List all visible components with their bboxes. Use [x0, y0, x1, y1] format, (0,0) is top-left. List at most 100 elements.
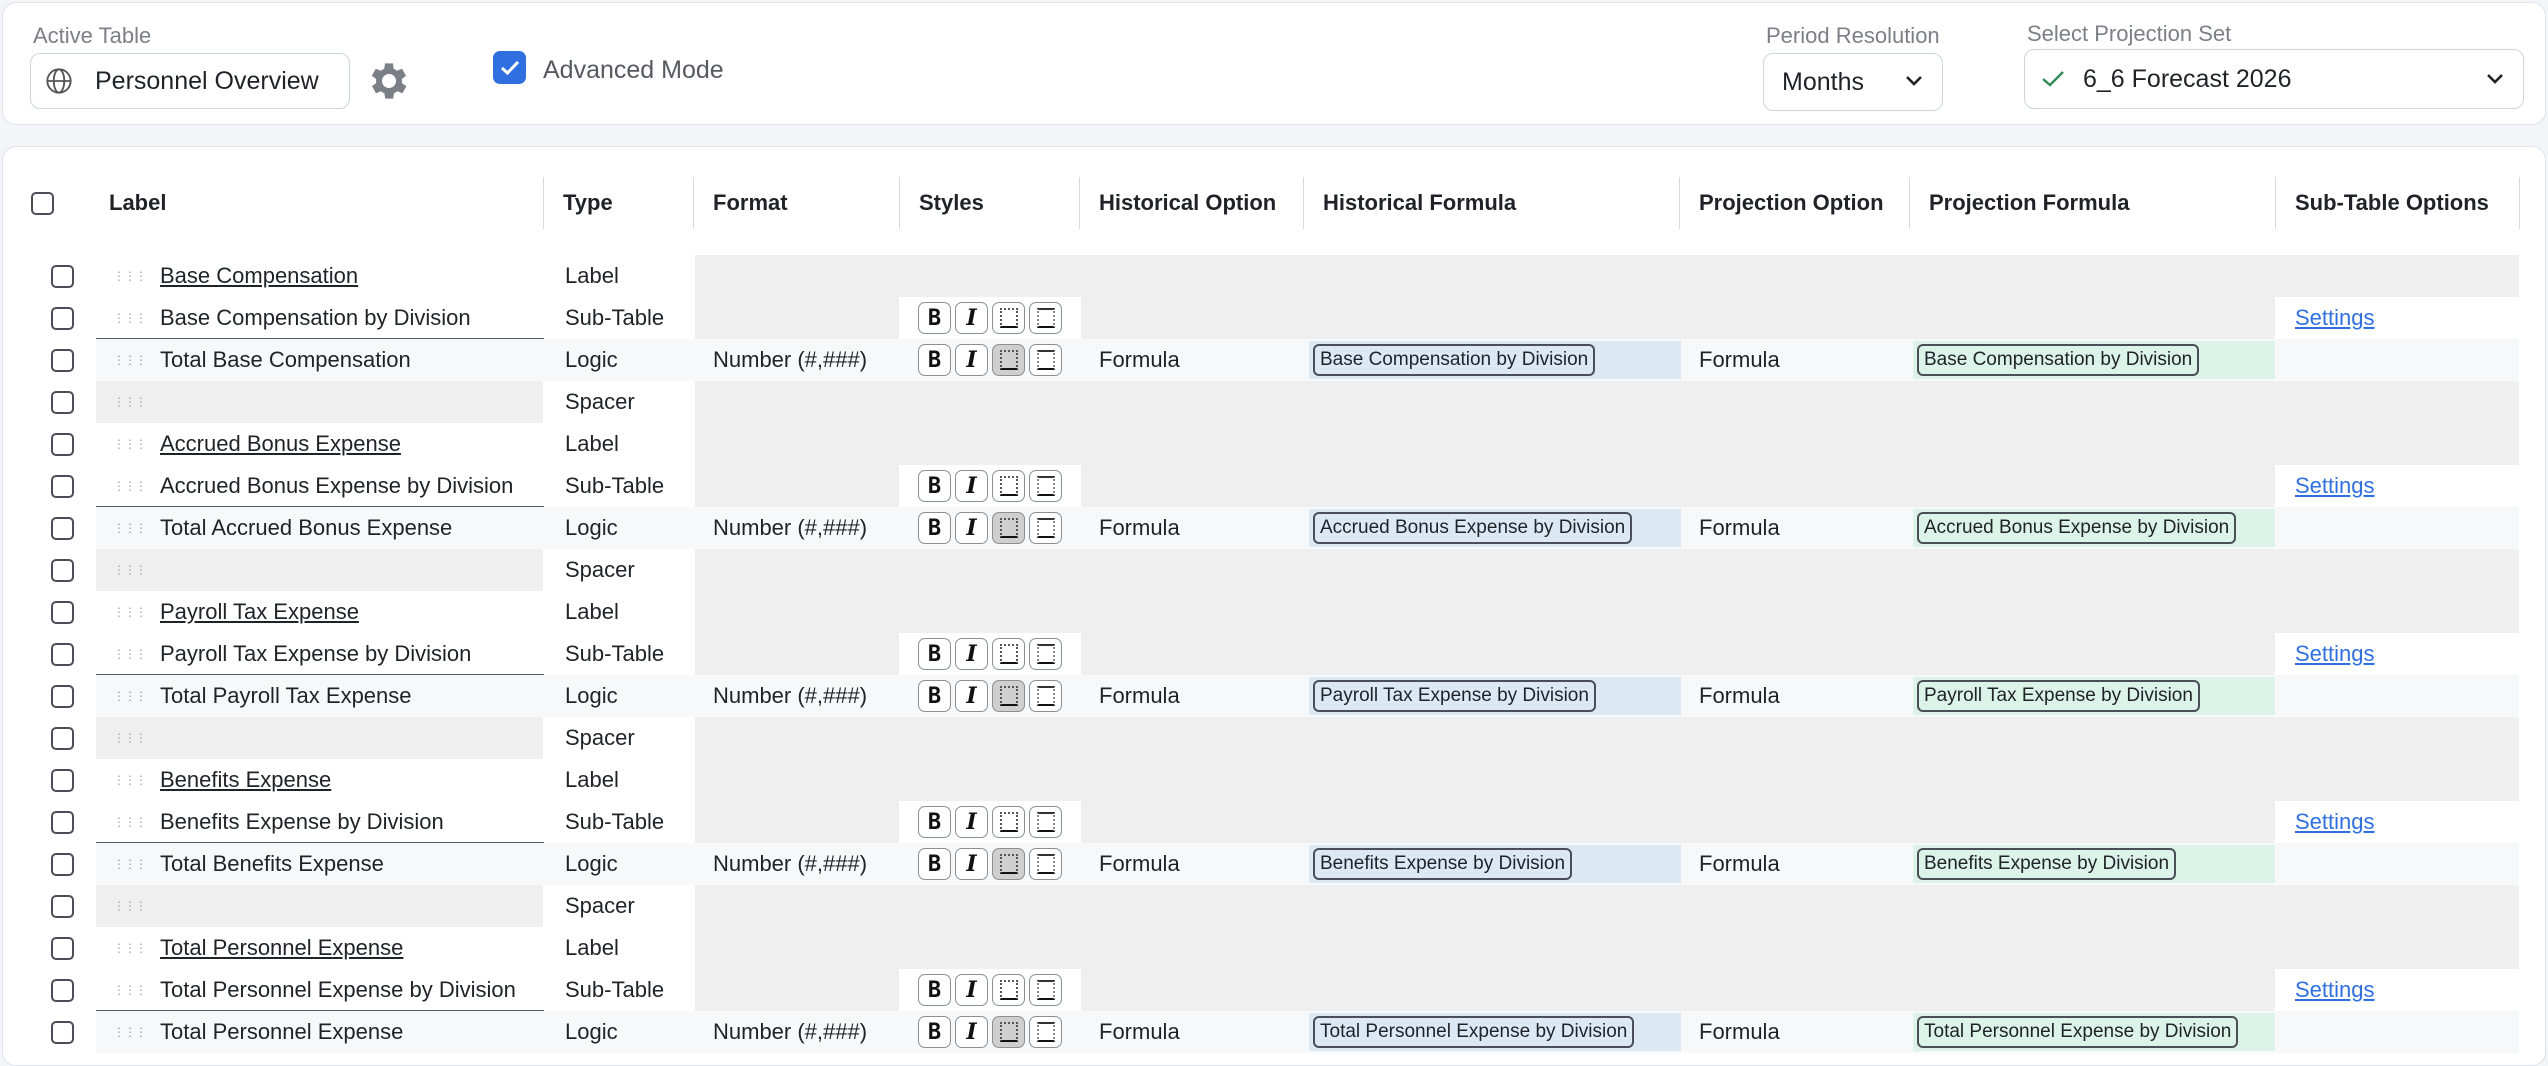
border-bottom-icon[interactable] [1029, 1016, 1062, 1048]
projection-formula-pill[interactable]: Payroll Tax Expense by Division [1917, 680, 2200, 712]
projection-formula-pill[interactable]: Total Personnel Expense by Division [1917, 1016, 2239, 1048]
bold-icon[interactable]: B [918, 638, 951, 670]
row-projection-option[interactable]: Formula [1699, 507, 1780, 549]
subtable-settings-link[interactable]: Settings [2295, 809, 2375, 835]
border-top-icon[interactable] [992, 470, 1025, 502]
border-top-icon[interactable] [992, 512, 1025, 544]
drag-handle-icon[interactable]: ⋮⋮⋮ [113, 1025, 147, 1039]
row-checkbox[interactable] [51, 558, 74, 582]
row-checkbox[interactable] [51, 516, 74, 540]
column-header-historical-option[interactable]: Historical Option [1081, 177, 1276, 229]
italic-icon[interactable]: I [955, 1016, 988, 1048]
bold-icon[interactable]: B [918, 848, 951, 880]
row-checkbox[interactable] [51, 432, 74, 456]
drag-handle-icon[interactable]: ⋮⋮⋮ [113, 647, 147, 661]
row-historical-option[interactable]: Formula [1099, 675, 1180, 717]
border-top-icon[interactable] [992, 974, 1025, 1006]
row-checkbox[interactable] [51, 726, 74, 750]
historical-formula-pill[interactable]: Accrued Bonus Expense by Division [1313, 512, 1633, 544]
projection-formula-pill[interactable]: Base Compensation by Division [1917, 344, 2200, 376]
row-format[interactable]: Number (#,###) [713, 1011, 867, 1053]
column-header-projection-formula[interactable]: Projection Formula [1911, 177, 2129, 229]
period-resolution-select[interactable]: Months [1763, 53, 1943, 111]
bold-icon[interactable]: B [918, 680, 951, 712]
italic-icon[interactable]: I [955, 470, 988, 502]
row-checkbox[interactable] [51, 978, 74, 1002]
row-label[interactable]: Payroll Tax Expense [160, 599, 359, 625]
row-historical-option[interactable]: Formula [1099, 339, 1180, 381]
historical-formula-pill[interactable]: Benefits Expense by Division [1313, 848, 1573, 880]
italic-icon[interactable]: I [955, 512, 988, 544]
row-checkbox[interactable] [51, 264, 74, 288]
row-projection-option[interactable]: Formula [1699, 675, 1780, 717]
border-bottom-icon[interactable] [1029, 470, 1062, 502]
drag-handle-icon[interactable]: ⋮⋮⋮ [113, 479, 147, 493]
border-bottom-icon[interactable] [1029, 512, 1062, 544]
bold-icon[interactable]: B [918, 470, 951, 502]
bold-icon[interactable]: B [918, 512, 951, 544]
drag-handle-icon[interactable]: ⋮⋮⋮ [113, 899, 147, 913]
row-format[interactable]: Number (#,###) [713, 339, 867, 381]
row-checkbox[interactable] [51, 936, 74, 960]
row-checkbox[interactable] [51, 894, 74, 918]
historical-formula-pill[interactable]: Payroll Tax Expense by Division [1313, 680, 1596, 712]
italic-icon[interactable]: I [955, 302, 988, 334]
active-table-select[interactable]: Personnel Overview [30, 53, 350, 109]
row-checkbox[interactable] [51, 768, 74, 792]
select-all-checkbox[interactable] [31, 191, 54, 215]
advanced-mode-checkbox[interactable] [493, 51, 526, 84]
drag-handle-icon[interactable]: ⋮⋮⋮ [113, 857, 147, 871]
drag-handle-icon[interactable]: ⋮⋮⋮ [113, 395, 147, 409]
border-bottom-icon[interactable] [1029, 344, 1062, 376]
row-label[interactable]: Base Compensation [160, 263, 358, 289]
drag-handle-icon[interactable]: ⋮⋮⋮ [113, 269, 147, 283]
border-bottom-icon[interactable] [1029, 848, 1062, 880]
italic-icon[interactable]: I [955, 848, 988, 880]
border-top-icon[interactable] [992, 302, 1025, 334]
row-projection-option[interactable]: Formula [1699, 843, 1780, 885]
row-checkbox[interactable] [51, 306, 74, 330]
row-projection-option[interactable]: Formula [1699, 339, 1780, 381]
row-label[interactable]: Accrued Bonus Expense [160, 431, 401, 457]
drag-handle-icon[interactable]: ⋮⋮⋮ [113, 773, 147, 787]
column-header-projection-option[interactable]: Projection Option [1681, 177, 1884, 229]
bold-icon[interactable]: B [918, 302, 951, 334]
drag-handle-icon[interactable]: ⋮⋮⋮ [113, 815, 147, 829]
bold-icon[interactable]: B [918, 806, 951, 838]
row-checkbox[interactable] [51, 600, 74, 624]
border-bottom-icon[interactable] [1029, 302, 1062, 334]
row-checkbox[interactable] [51, 642, 74, 666]
projection-formula-pill[interactable]: Benefits Expense by Division [1917, 848, 2177, 880]
subtable-settings-link[interactable]: Settings [2295, 641, 2375, 667]
row-checkbox[interactable] [51, 348, 74, 372]
column-header-subtable-options[interactable]: Sub-Table Options [2277, 177, 2489, 229]
subtable-settings-link[interactable]: Settings [2295, 305, 2375, 331]
row-format[interactable]: Number (#,###) [713, 675, 867, 717]
border-bottom-icon[interactable] [1029, 974, 1062, 1006]
row-label[interactable]: Benefits Expense [160, 767, 331, 793]
border-top-icon[interactable] [992, 848, 1025, 880]
drag-handle-icon[interactable]: ⋮⋮⋮ [113, 437, 147, 451]
row-label[interactable]: Total Personnel Expense [160, 935, 403, 961]
drag-handle-icon[interactable]: ⋮⋮⋮ [113, 521, 147, 535]
column-header-styles[interactable]: Styles [901, 177, 984, 229]
border-top-icon[interactable] [992, 638, 1025, 670]
column-header-type[interactable]: Type [545, 177, 613, 229]
drag-handle-icon[interactable]: ⋮⋮⋮ [113, 983, 147, 997]
row-checkbox[interactable] [51, 852, 74, 876]
drag-handle-icon[interactable]: ⋮⋮⋮ [113, 689, 147, 703]
border-bottom-icon[interactable] [1029, 680, 1062, 712]
row-checkbox[interactable] [51, 684, 74, 708]
drag-handle-icon[interactable]: ⋮⋮⋮ [113, 941, 147, 955]
subtable-settings-link[interactable]: Settings [2295, 473, 2375, 499]
italic-icon[interactable]: I [955, 680, 988, 712]
border-bottom-icon[interactable] [1029, 638, 1062, 670]
drag-handle-icon[interactable]: ⋮⋮⋮ [113, 311, 147, 325]
drag-handle-icon[interactable]: ⋮⋮⋮ [113, 563, 147, 577]
row-checkbox[interactable] [51, 390, 74, 414]
row-historical-option[interactable]: Formula [1099, 1011, 1180, 1053]
italic-icon[interactable]: I [955, 974, 988, 1006]
row-checkbox[interactable] [51, 474, 74, 498]
column-header-historical-formula[interactable]: Historical Formula [1305, 177, 1516, 229]
border-top-icon[interactable] [992, 1016, 1025, 1048]
